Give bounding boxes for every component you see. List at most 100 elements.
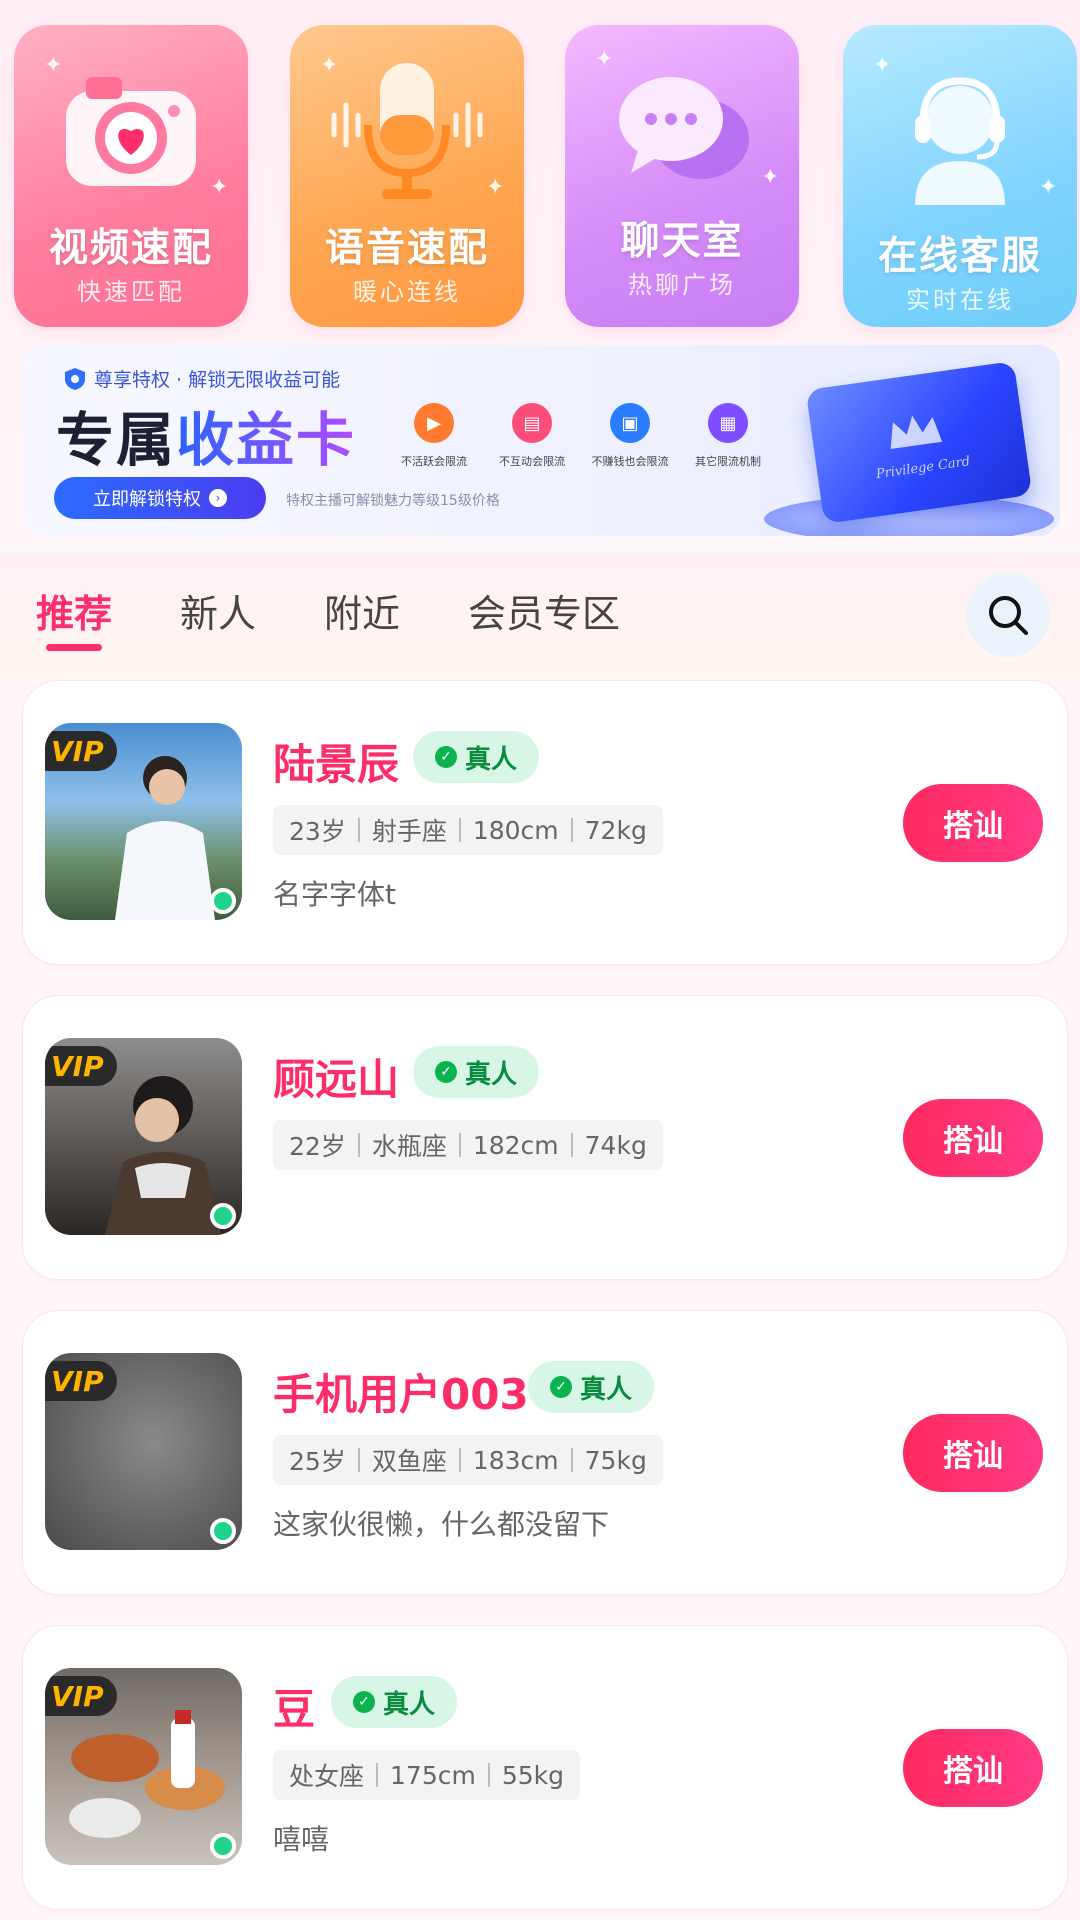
tag-height: 180cm xyxy=(472,815,559,845)
tag-height: 183cm xyxy=(472,1445,559,1475)
vip-badge: VIP xyxy=(45,1046,117,1086)
tag-age: 22岁 xyxy=(289,1132,346,1161)
banner-title-a: 专属 xyxy=(56,406,177,474)
chat-up-button[interactable]: 搭讪 xyxy=(903,1729,1043,1807)
user-card[interactable]: VIP 顾远山 ✓ 真人 22岁 水瓶座 182cm 74kg 搭讪 xyxy=(22,995,1068,1280)
user-card[interactable]: VIP 豆 ✓ 真人 处女座 175cm 55kg 嘻嘻 搭讪 xyxy=(22,1625,1068,1910)
tag-weight: 72kg xyxy=(584,815,647,845)
tab-nearby[interactable]: 附近 xyxy=(324,583,400,638)
tab-new[interactable]: 新人 xyxy=(180,583,256,638)
arrow-right-icon: › xyxy=(209,489,227,507)
banner-feature: ▤ 不互动会限流 xyxy=(482,403,582,469)
vip-badge: VIP xyxy=(45,1361,117,1401)
user-name: 手机用户003 xyxy=(273,1370,529,1419)
tile-title: 聊天室 xyxy=(620,219,744,264)
avatar[interactable]: VIP xyxy=(45,1668,242,1865)
tag-height: 182cm xyxy=(472,1130,559,1160)
tile-chatroom[interactable]: ✦ ✦ 聊天室 热聊广场 xyxy=(565,25,799,327)
user-card[interactable]: VIP 陆景辰 ✓ 真人 23岁 射手座 180cm 72kg 名字字体t 搭讪 xyxy=(22,680,1068,965)
page: ✦ ✦ 视频速配 快速匹配 ✦ ✦ 语音速配 暖心连线 ✦ ✦ 聊天室 热聊广场… xyxy=(0,0,1080,1920)
user-bio: 名字字体t xyxy=(273,878,396,911)
vip-badge: VIP xyxy=(45,1676,117,1716)
banner-feature: ▣ 不赚钱也会限流 xyxy=(580,403,680,469)
grid-icon: ▦ xyxy=(708,403,748,443)
avatar[interactable]: VIP xyxy=(45,1038,242,1235)
tag-age: 25岁 xyxy=(289,1447,346,1476)
user-bio: 这家伙很懒，什么都没留下 xyxy=(273,1508,610,1541)
banner-title: 专属收益卡 xyxy=(56,393,356,477)
user-bio: 嘻嘻 xyxy=(273,1823,330,1856)
card-text: Privilege Card xyxy=(875,454,972,483)
verified-label: 真人 xyxy=(465,744,518,775)
user-name: 顾远山 xyxy=(273,1055,400,1104)
verified-icon: ✓ xyxy=(550,1376,572,1398)
banner-feature: ▶ 不活跃会限流 xyxy=(384,403,484,469)
privilege-banner[interactable]: 尊享特权 · 解锁无限收益可能 专属收益卡 ▶ 不活跃会限流 ▤ 不互动会限流 … xyxy=(24,345,1060,536)
avatar[interactable]: VIP xyxy=(45,723,242,920)
shield-icon xyxy=(65,367,85,390)
microphone-icon xyxy=(331,63,483,199)
tile-subtitle: 快速匹配 xyxy=(77,278,185,306)
chat-up-button[interactable]: 搭讪 xyxy=(903,1099,1043,1177)
video-icon: ▶ xyxy=(414,403,454,443)
unlock-button-label: 立即解锁特权 xyxy=(93,489,201,510)
tag-zodiac: 处女座 xyxy=(289,1762,365,1791)
banner-title-b: 收益卡 xyxy=(176,406,357,474)
tag-zodiac: 射手座 xyxy=(371,817,447,846)
tile-voice-match[interactable]: ✦ ✦ 语音速配 暖心连线 xyxy=(290,25,524,327)
tile-video-match[interactable]: ✦ ✦ 视频速配 快速匹配 xyxy=(14,25,248,327)
tag-weight: 55kg xyxy=(501,1760,565,1790)
verified-badge: ✓ 真人 xyxy=(413,731,540,783)
chat-up-button[interactable]: 搭讪 xyxy=(903,784,1043,862)
verified-label: 真人 xyxy=(465,1059,518,1090)
online-indicator xyxy=(210,1833,236,1859)
verified-label: 真人 xyxy=(383,1689,436,1720)
online-indicator xyxy=(210,1518,236,1544)
tile-customer-service[interactable]: ✦ ✦ 在线客服 实时在线 xyxy=(843,25,1077,327)
unlock-privilege-button[interactable]: 立即解锁特权 › xyxy=(54,477,266,519)
message-icon: ▤ xyxy=(512,403,552,443)
tile-title: 视频速配 xyxy=(48,226,213,271)
tile-subtitle: 实时在线 xyxy=(906,286,1014,314)
online-indicator xyxy=(210,888,236,914)
chat-up-button[interactable]: 搭讪 xyxy=(903,1414,1043,1492)
tab-recommend[interactable]: 推荐 xyxy=(36,583,112,638)
search-icon xyxy=(989,596,1028,635)
tile-subtitle: 暖心连线 xyxy=(353,278,461,306)
verified-label: 真人 xyxy=(580,1374,633,1405)
chat-bubbles-icon xyxy=(619,77,749,179)
user-tags: 25岁 双鱼座 183cm 75kg xyxy=(273,1435,663,1485)
banner-feature-label: 其它限流机制 xyxy=(695,455,761,468)
feature-tiles: ✦ ✦ 视频速配 快速匹配 ✦ ✦ 语音速配 暖心连线 ✦ ✦ 聊天室 热聊广场… xyxy=(14,25,1077,327)
banner-note: 特权主播可解锁魅力等级15级价格 xyxy=(286,493,500,509)
user-tags: 22岁 水瓶座 182cm 74kg xyxy=(273,1120,663,1170)
active-tab-indicator xyxy=(46,644,102,651)
verified-badge: ✓ 真人 xyxy=(413,1046,540,1098)
camera-heart-icon xyxy=(66,77,196,186)
vip-badge: VIP xyxy=(45,731,117,771)
tile-title: 在线客服 xyxy=(877,234,1042,279)
verified-badge: ✓ 真人 xyxy=(331,1676,458,1728)
user-card[interactable]: VIP 手机用户003 ✓ 真人 25岁 双鱼座 183cm 75kg 这家伙很… xyxy=(22,1310,1068,1595)
banner-feature-label: 不互动会限流 xyxy=(499,455,565,468)
headset-agent-icon xyxy=(915,77,1005,205)
tab-bar: 推荐 新人 附近 会员专区 xyxy=(0,553,1080,677)
search-button[interactable] xyxy=(966,573,1050,657)
verified-icon: ✓ xyxy=(435,746,457,768)
tag-weight: 74kg xyxy=(584,1130,647,1160)
crown-icon xyxy=(890,415,943,450)
user-name: 豆 xyxy=(273,1685,316,1734)
tag-age: 23岁 xyxy=(289,817,346,846)
avatar[interactable]: VIP xyxy=(45,1353,242,1550)
user-name: 陆景辰 xyxy=(273,740,400,789)
tile-title: 语音速配 xyxy=(324,226,489,271)
tag-height: 175cm xyxy=(390,1760,476,1790)
tab-vip-zone[interactable]: 会员专区 xyxy=(468,583,620,638)
banner-feature-label: 不活跃会限流 xyxy=(401,455,467,468)
tag-weight: 75kg xyxy=(584,1445,647,1475)
wallet-icon: ▣ xyxy=(610,403,650,443)
verified-icon: ✓ xyxy=(435,1061,457,1083)
banner-top-text: 尊享特权 · 解锁无限收益可能 xyxy=(94,369,341,391)
verified-icon: ✓ xyxy=(353,1691,375,1713)
tag-zodiac: 水瓶座 xyxy=(371,1132,447,1161)
